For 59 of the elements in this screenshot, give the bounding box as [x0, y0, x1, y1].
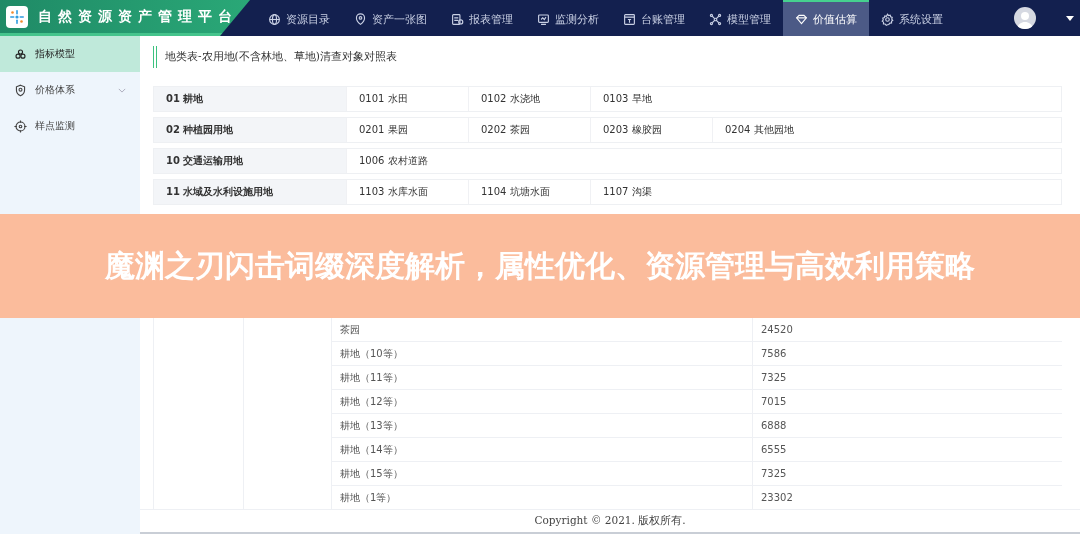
nav-tab[interactable]: 监测分析 [525, 0, 611, 36]
sidebar-item[interactable]: 样点监测 [0, 108, 140, 144]
table-cell-text: 耕地（1等） [339, 490, 398, 505]
category-cell: 11 水域及水利设施用地 [154, 180, 346, 204]
sidebar-item[interactable]: 指标模型 [0, 36, 140, 72]
avatar-icon[interactable] [1014, 7, 1036, 29]
logo-icon [6, 5, 28, 28]
table-cell-text: 耕地（10等） [339, 346, 404, 361]
table-cell-text: 耕地（14等） [339, 442, 404, 457]
table-cell: 0103 旱地 [590, 87, 712, 111]
caret-icon[interactable] [1066, 15, 1074, 21]
table-cell-text: 耕地（11等） [339, 370, 404, 385]
table-cell: 0202 茶园 [468, 118, 590, 142]
table-cell: 23302 [752, 486, 1062, 509]
table-cell-text: 耕地（13等） [339, 418, 404, 433]
shield-icon [14, 83, 27, 97]
table-cell: 1006 农村道路 [346, 149, 468, 173]
table-cell-text: 耕地（12等） [339, 394, 404, 409]
table-cell: 7325 [752, 462, 1062, 485]
table-cell: 7015 [752, 390, 1062, 413]
nav-tab[interactable]: 资源目录 [256, 0, 342, 36]
category-cell: 01 耕地 [154, 87, 346, 111]
copyright-text: Copyright © 2021. 版权所有. [534, 514, 686, 528]
table-cell: 7586 [752, 342, 1062, 365]
table-cell: 1107 沟渠 [590, 180, 712, 204]
table-cell-text: 茶园 [339, 322, 361, 337]
table-cell: 0102 水浇地 [468, 87, 590, 111]
table-cell: 1103 水库水面 [346, 180, 468, 204]
table-cell: 1104 坑塘水面 [468, 180, 590, 204]
gear-icon [881, 12, 894, 26]
nav-tab[interactable]: 模型管理 [697, 0, 783, 36]
ledger-icon [623, 12, 636, 26]
nav-tab[interactable]: 台账管理 [611, 0, 697, 36]
category-cell: 02 种植园用地 [154, 118, 346, 142]
diamond-icon [795, 12, 808, 26]
flower-icon [14, 47, 27, 61]
target-icon [14, 119, 27, 133]
nav-tab[interactable]: 价值估算 [783, 0, 869, 36]
table-cell: 0204 其他园地 [712, 118, 834, 142]
map-pin-icon [354, 12, 367, 26]
table-cell: 0201 果园 [346, 118, 468, 142]
globe-icon [268, 12, 281, 26]
nav-tab[interactable]: 报表管理 [439, 0, 525, 36]
table-cell: 6888 [752, 414, 1062, 437]
category-cell: 10 交通运输用地 [154, 149, 346, 173]
table-cell: 7325 [752, 366, 1062, 389]
report-icon [451, 12, 464, 26]
table-cell: 6555 [752, 438, 1062, 461]
nav-tab[interactable]: 系统设置 [869, 0, 955, 36]
table-cell: 0101 水田 [346, 87, 468, 111]
table-cell-text: 耕地（15等） [339, 466, 404, 481]
monitor-icon [537, 12, 550, 26]
section-title: 地类表-农用地(不含林地、草地)清查对象对照表 [153, 46, 1062, 68]
table-cell: 0203 橡胶园 [590, 118, 712, 142]
nav-tab[interactable]: 资产一张图 [342, 0, 439, 36]
sidebar-item[interactable]: 价格体系 [0, 72, 140, 108]
network-icon [709, 12, 722, 26]
banner-title: 魔渊之刃闪击词缀深度解析，属性优化、资源管理与高效利用策略 [104, 247, 976, 285]
app-title: 自然资源资产管理平台 [38, 7, 238, 26]
